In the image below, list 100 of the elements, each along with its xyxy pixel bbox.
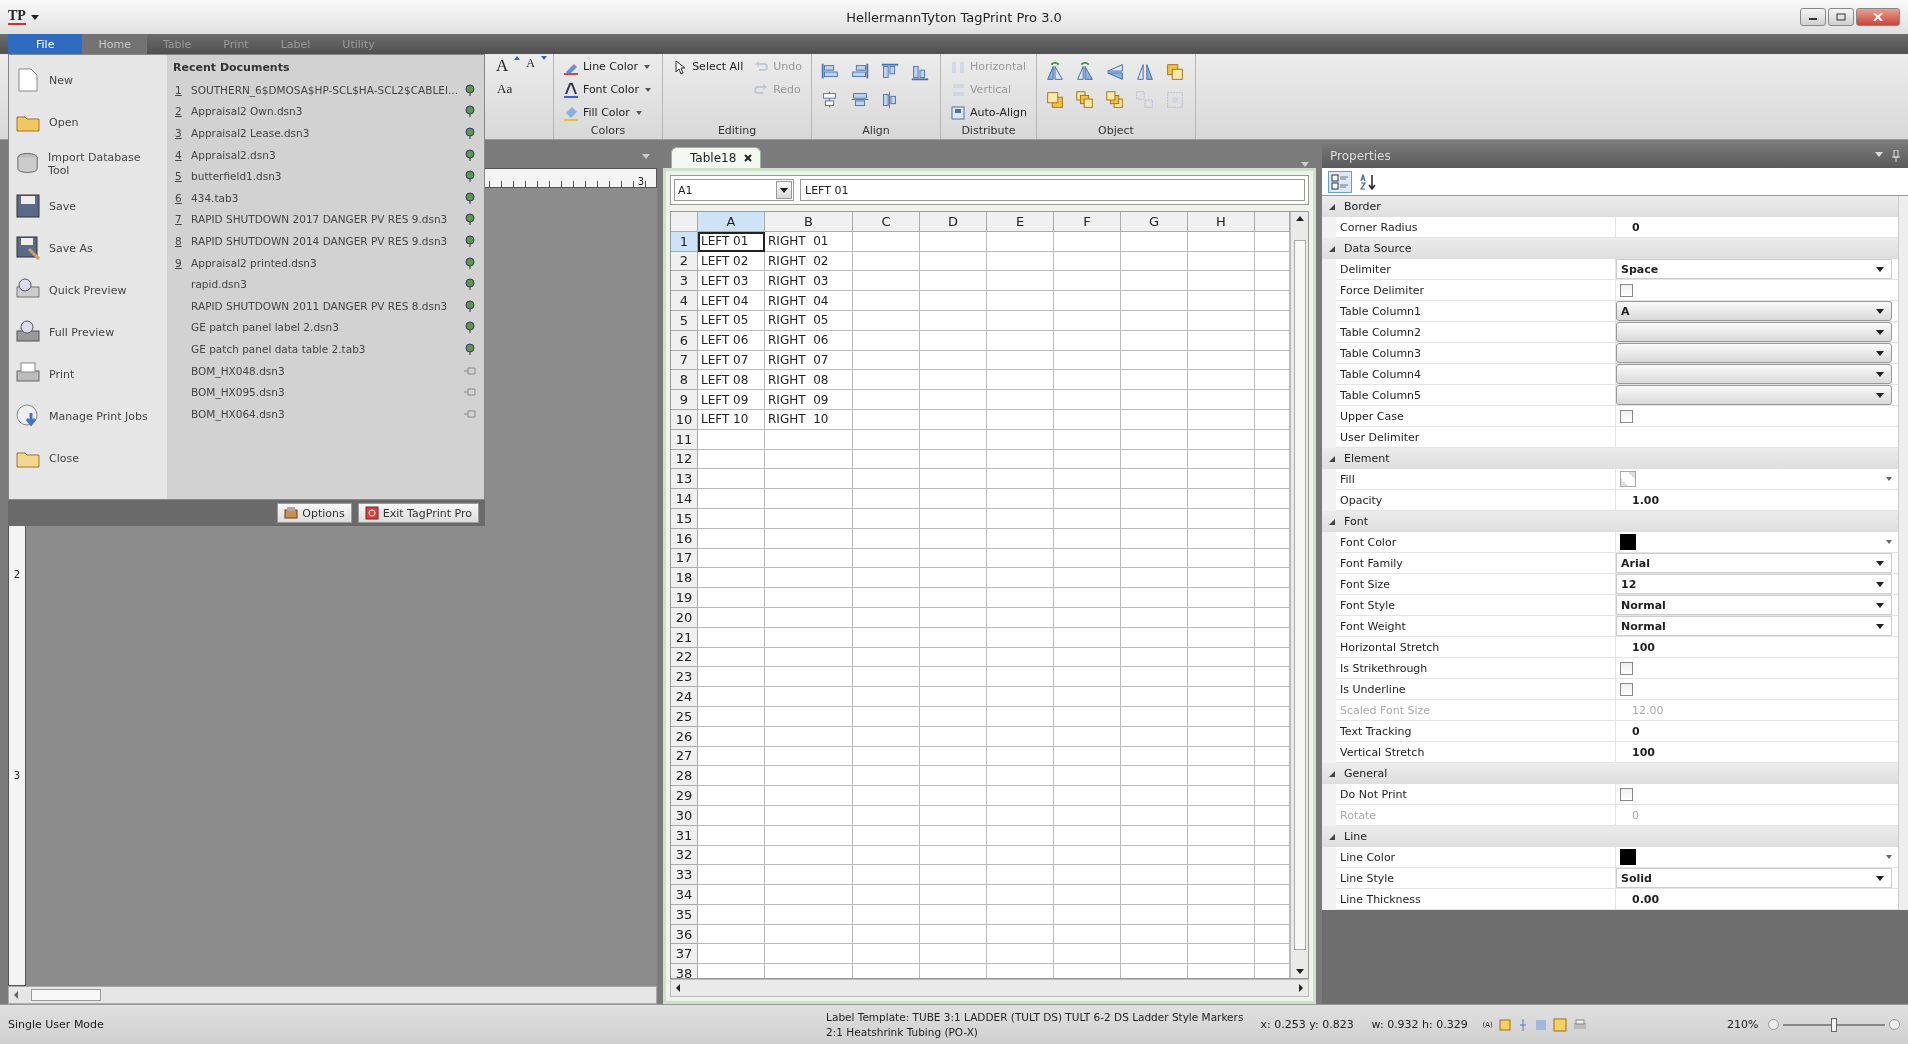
- row-header[interactable]: 22: [671, 647, 698, 668]
- grow-font-button[interactable]: A: [494, 56, 511, 76]
- table-cell[interactable]: [1054, 687, 1121, 707]
- table-cell[interactable]: [920, 231, 987, 252]
- table-cell[interactable]: [765, 528, 853, 549]
- recent-document[interactable]: GE patch panel label 2.dsn3: [191, 321, 458, 334]
- table-cell[interactable]: [1054, 449, 1121, 470]
- table-cell[interactable]: LEFT 02: [698, 251, 765, 272]
- table-cell[interactable]: [765, 924, 853, 945]
- table-cell[interactable]: [853, 647, 920, 668]
- table-cell[interactable]: [1188, 528, 1255, 549]
- row-header[interactable]: 11: [671, 429, 698, 450]
- menu-item[interactable]: Quick Preview: [9, 269, 168, 311]
- menu-item[interactable]: Import Database Tool: [9, 143, 168, 185]
- table-cell[interactable]: [920, 865, 987, 886]
- table-cell[interactable]: [1054, 924, 1121, 945]
- horizontal-scrollbar[interactable]: [670, 979, 1309, 997]
- menu-item[interactable]: Close: [9, 437, 168, 479]
- property-dropdown[interactable]: Solid: [1616, 868, 1892, 888]
- table-cell[interactable]: [1054, 469, 1121, 490]
- table-cell[interactable]: [853, 508, 920, 529]
- table-cell[interactable]: [987, 885, 1054, 905]
- table-cell[interactable]: RIGHT 10: [765, 409, 853, 430]
- table-cell[interactable]: [987, 588, 1054, 608]
- pushpin-icon[interactable]: [464, 256, 476, 269]
- table-cell[interactable]: [698, 489, 765, 509]
- layout-icon[interactable]: [1552, 1017, 1567, 1032]
- table-cell[interactable]: RIGHT 01: [765, 231, 853, 252]
- table-cell[interactable]: [765, 588, 853, 608]
- table-cell[interactable]: [1121, 904, 1188, 925]
- table-cell[interactable]: LEFT 08: [698, 370, 765, 391]
- table-cell[interactable]: [765, 944, 853, 965]
- row-header[interactable]: 3: [671, 271, 698, 292]
- table-cell[interactable]: [765, 726, 853, 747]
- table-cell[interactable]: [853, 706, 920, 727]
- table-cell[interactable]: [987, 825, 1054, 846]
- table-cell[interactable]: [853, 726, 920, 747]
- unpinned-pushpin-icon[interactable]: [464, 386, 476, 399]
- table-cell[interactable]: LEFT 04: [698, 291, 765, 311]
- table-cell[interactable]: RIGHT 03: [765, 271, 853, 292]
- table-cell[interactable]: LEFT 09: [698, 390, 765, 410]
- table-cell[interactable]: [920, 528, 987, 549]
- column-header[interactable]: B: [765, 212, 853, 232]
- table-cell[interactable]: [765, 825, 853, 846]
- row-header[interactable]: 12: [671, 449, 698, 470]
- checkbox[interactable]: [1620, 682, 1633, 696]
- table-cell[interactable]: [698, 429, 765, 450]
- pushpin-icon[interactable]: [464, 148, 476, 161]
- table-cell[interactable]: [920, 350, 987, 371]
- checkbox[interactable]: [1620, 409, 1633, 423]
- row-header[interactable]: 10: [671, 409, 698, 430]
- table-cell[interactable]: [1188, 746, 1255, 767]
- category-header[interactable]: Data Source: [1322, 238, 1898, 259]
- table-cell[interactable]: [698, 746, 765, 767]
- recent-document[interactable]: butterfield1.dsn3: [191, 170, 458, 183]
- table-cell[interactable]: [920, 429, 987, 450]
- table-cell[interactable]: [1054, 271, 1121, 292]
- table-cell[interactable]: [698, 449, 765, 470]
- recent-document[interactable]: SOUTHERN_6$DMOSA$HP-SCL$HA-SCL2$CABLEI...: [191, 83, 458, 96]
- table-cell[interactable]: [1188, 350, 1255, 371]
- table-cell[interactable]: [1054, 311, 1121, 331]
- pushpin-icon[interactable]: [464, 342, 476, 355]
- table-cell[interactable]: [920, 311, 987, 331]
- row-header[interactable]: 13: [671, 469, 698, 490]
- scroll-thumb[interactable]: [1293, 240, 1306, 950]
- row-header[interactable]: 28: [671, 766, 698, 787]
- table-cell[interactable]: [1054, 805, 1121, 826]
- horizontal-scrollbar[interactable]: [8, 986, 657, 1004]
- table-cell[interactable]: [853, 904, 920, 925]
- table-cell[interactable]: [1188, 865, 1255, 886]
- table-cell[interactable]: [1188, 330, 1255, 351]
- pushpin-icon[interactable]: [464, 127, 476, 139]
- table-cell[interactable]: [920, 390, 987, 410]
- table-cell[interactable]: [853, 311, 920, 331]
- zoom-in-button[interactable]: [1889, 1019, 1901, 1030]
- table-cell[interactable]: [987, 548, 1054, 569]
- table-cell[interactable]: [853, 687, 920, 707]
- grid-icon[interactable]: [1534, 1018, 1547, 1031]
- table-cell[interactable]: [1054, 548, 1121, 569]
- table-cell[interactable]: [1054, 409, 1121, 430]
- table-cell[interactable]: [1121, 667, 1188, 688]
- table-cell[interactable]: [698, 845, 765, 866]
- table-cell[interactable]: [853, 350, 920, 371]
- printer-icon[interactable]: [1572, 1018, 1587, 1031]
- ribbon-button[interactable]: Select All: [669, 56, 747, 77]
- row-header[interactable]: 35: [671, 904, 698, 925]
- table-cell[interactable]: [765, 469, 853, 490]
- table-cell[interactable]: [920, 588, 987, 608]
- table-cell[interactable]: [698, 924, 765, 945]
- table-cell[interactable]: [987, 528, 1054, 549]
- table-cell[interactable]: [853, 885, 920, 905]
- cell-reference-dropdown[interactable]: A1: [674, 179, 794, 201]
- row-header[interactable]: 36: [671, 924, 698, 945]
- ribbon-button[interactable]: Font Color: [559, 79, 657, 100]
- table-cell[interactable]: [1188, 311, 1255, 331]
- menu-item[interactable]: Print: [9, 353, 168, 395]
- checkbox[interactable]: [1620, 787, 1633, 801]
- table-cell[interactable]: [853, 845, 920, 866]
- table-cell[interactable]: RIGHT 05: [765, 311, 853, 331]
- table-cell[interactable]: [1188, 647, 1255, 668]
